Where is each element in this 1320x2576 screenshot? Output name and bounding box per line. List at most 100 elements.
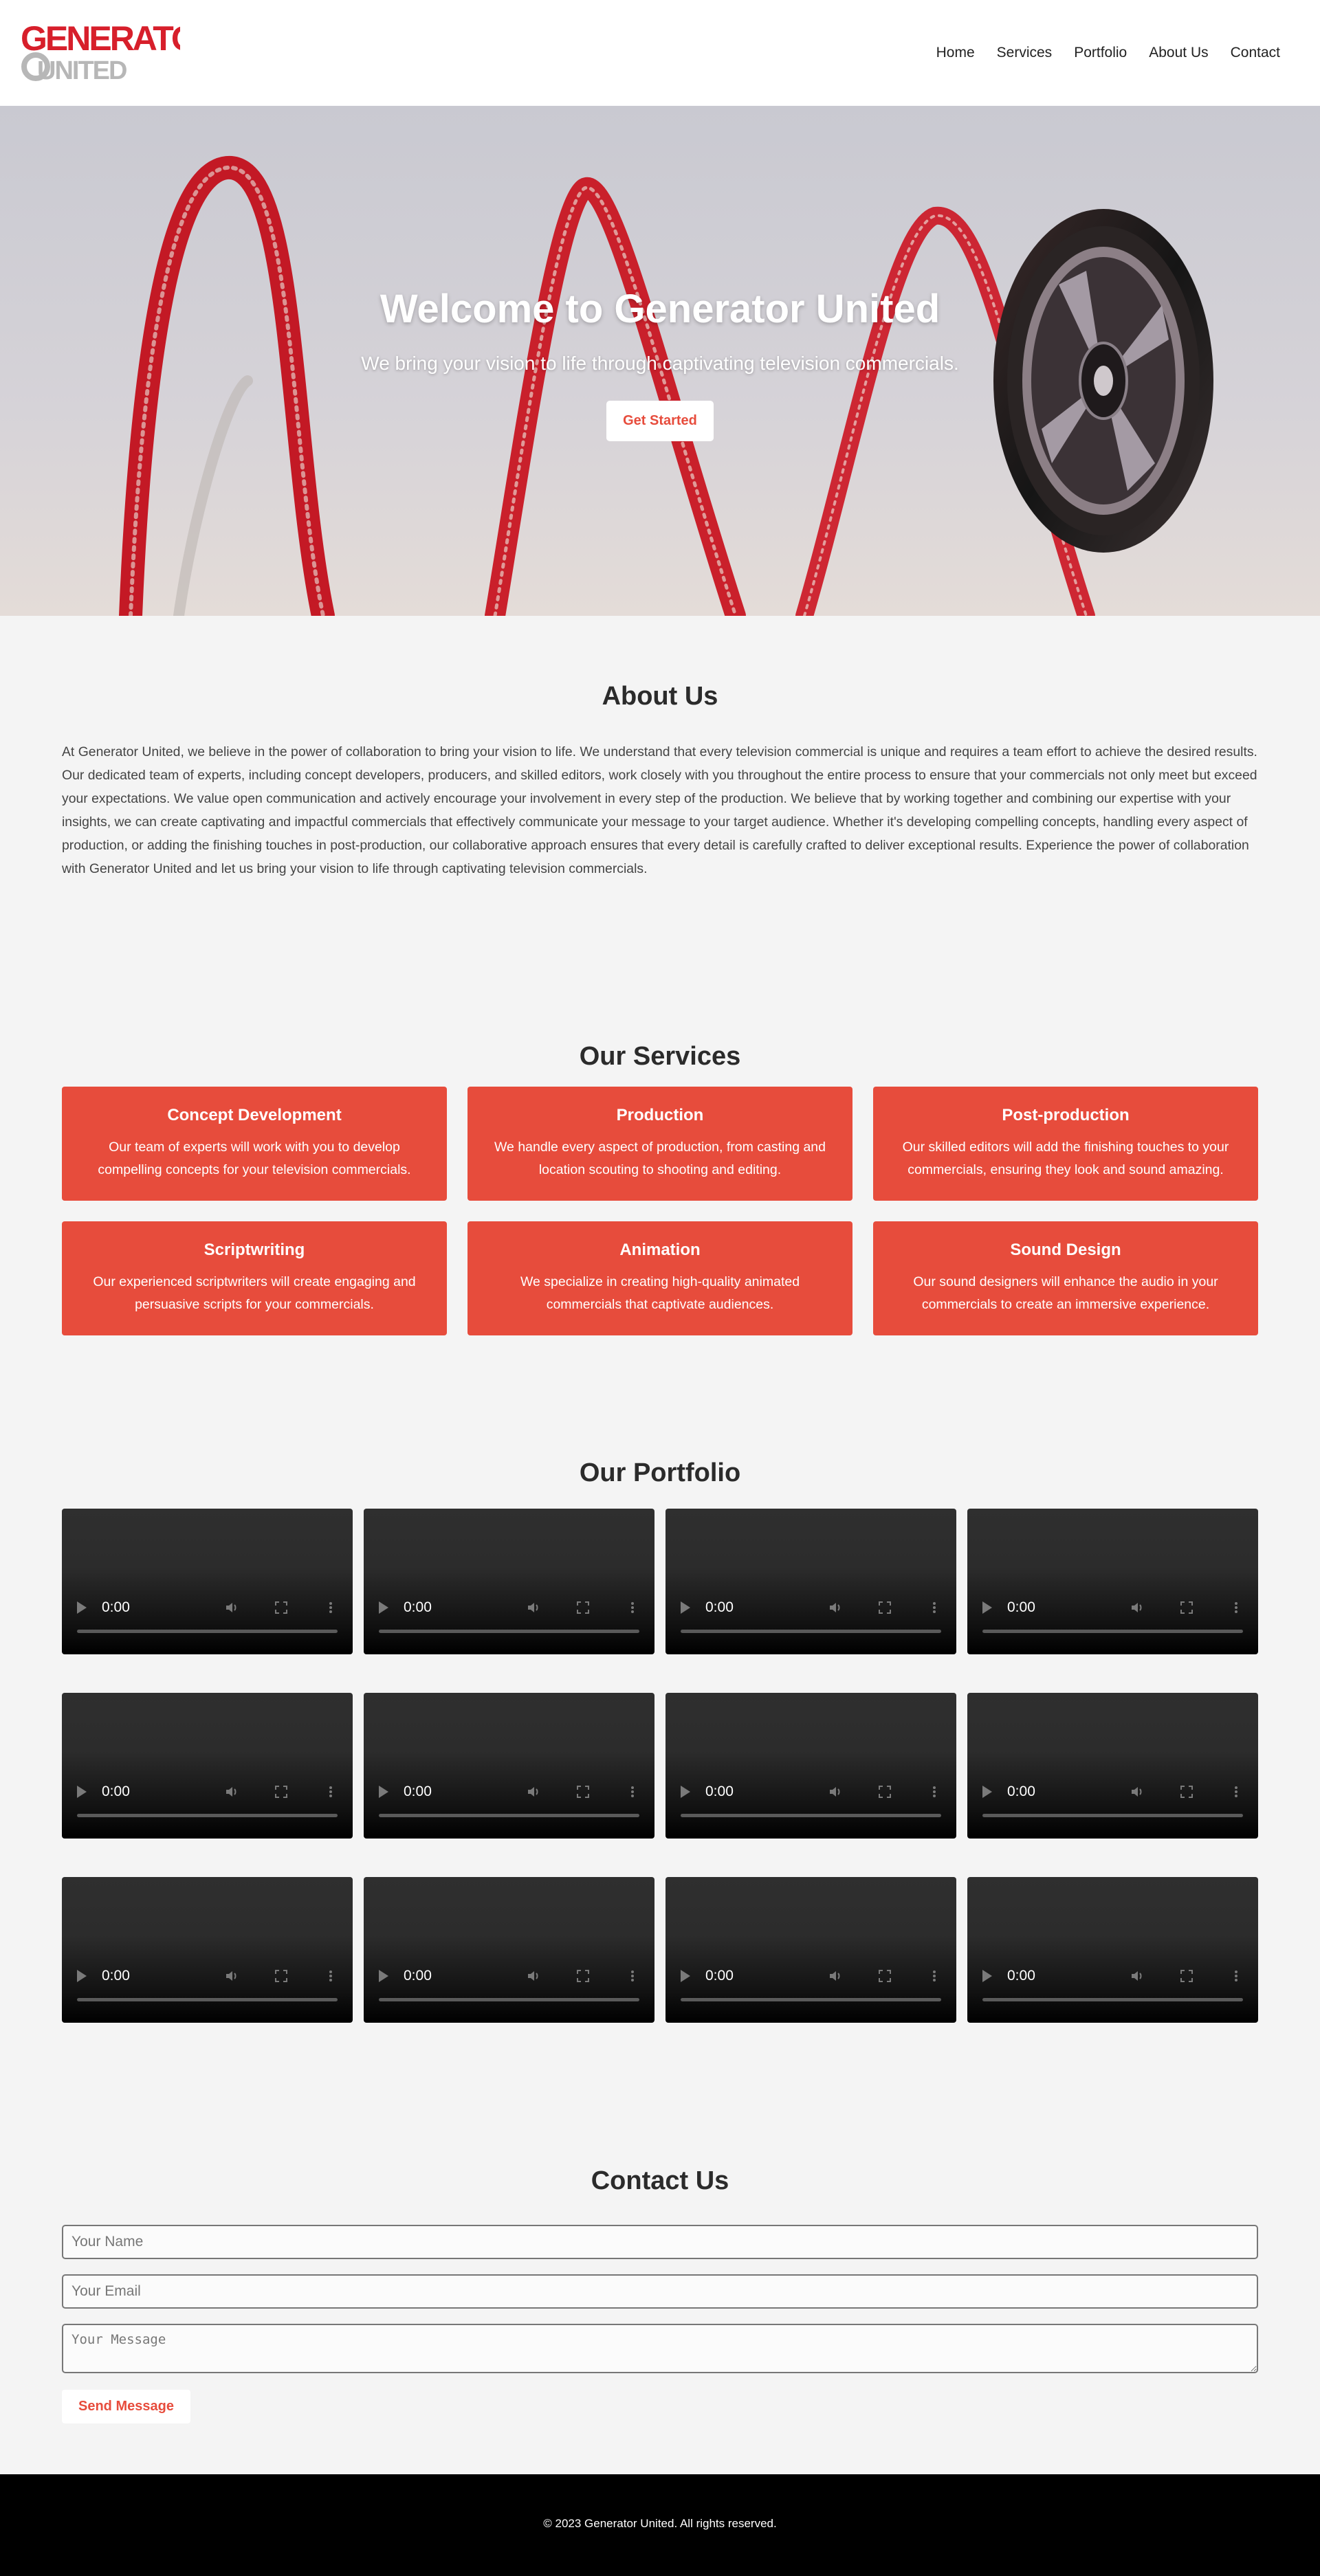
play-icon[interactable] [681, 1601, 690, 1614]
video-player[interactable]: 0:00 [62, 1693, 353, 1839]
more-options-icon[interactable] [927, 1601, 941, 1614]
video-controls: 0:00 [967, 1778, 1258, 1806]
play-icon[interactable] [77, 1786, 87, 1798]
video-player[interactable]: 0:00 [364, 1693, 654, 1839]
video-player[interactable]: 0:00 [666, 1509, 956, 1654]
video-player[interactable]: 0:00 [967, 1693, 1258, 1839]
more-options-icon[interactable] [626, 1785, 639, 1799]
play-icon[interactable] [982, 1786, 992, 1798]
service-text: Our sound designers will enhance the aud… [913, 1274, 1218, 1312]
service-card[interactable]: Post-production Our skilled editors will… [873, 1087, 1258, 1201]
video-progress-bar[interactable] [379, 1814, 639, 1817]
service-card[interactable]: Animation We specialize in creating high… [468, 1221, 852, 1335]
fullscreen-icon[interactable] [274, 1785, 288, 1799]
video-player[interactable]: 0:00 [364, 1877, 654, 2023]
fullscreen-icon[interactable] [576, 1601, 590, 1614]
play-icon[interactable] [681, 1970, 690, 1982]
play-icon[interactable] [982, 1970, 992, 1982]
video-progress-bar[interactable] [77, 1630, 338, 1633]
volume-icon[interactable] [1130, 1601, 1144, 1614]
play-icon[interactable] [77, 1970, 87, 1982]
send-message-button[interactable]: Send Message [62, 2390, 190, 2423]
more-options-icon[interactable] [324, 1785, 338, 1799]
contact-section: Contact Us Send Message [0, 2133, 1320, 2423]
video-progress-bar[interactable] [77, 1814, 338, 1817]
video-progress-bar[interactable] [681, 1998, 941, 2001]
play-icon[interactable] [982, 1601, 992, 1614]
more-options-icon[interactable] [1229, 1601, 1243, 1614]
volume-icon[interactable] [527, 1601, 540, 1614]
contact-form: Send Message [62, 2225, 1258, 2423]
name-input[interactable] [62, 2225, 1258, 2259]
video-time: 0:00 [1007, 1784, 1035, 1799]
fullscreen-icon[interactable] [576, 1785, 590, 1799]
video-progress-bar[interactable] [681, 1814, 941, 1817]
video-player[interactable]: 0:00 [967, 1509, 1258, 1654]
get-started-button[interactable]: Get Started [606, 401, 714, 441]
nav-contact[interactable]: Contact [1231, 45, 1280, 61]
play-icon[interactable] [379, 1786, 388, 1798]
nav-about[interactable]: About Us [1149, 45, 1208, 61]
more-options-icon[interactable] [324, 1969, 338, 1983]
video-player[interactable]: 0:00 [666, 1693, 956, 1839]
video-player[interactable]: 0:00 [62, 1509, 353, 1654]
video-progress-bar[interactable] [982, 1630, 1243, 1633]
fullscreen-icon[interactable] [878, 1601, 892, 1614]
play-icon[interactable] [379, 1970, 388, 1982]
volume-icon[interactable] [527, 1785, 540, 1799]
more-options-icon[interactable] [626, 1601, 639, 1614]
message-textarea[interactable] [62, 2324, 1258, 2373]
video-progress-bar[interactable] [379, 1630, 639, 1633]
video-progress-bar[interactable] [982, 1814, 1243, 1817]
more-options-icon[interactable] [1229, 1969, 1243, 1983]
nav-portfolio[interactable]: Portfolio [1074, 45, 1127, 61]
fullscreen-icon[interactable] [1180, 1969, 1194, 1983]
volume-icon[interactable] [225, 1785, 239, 1799]
fullscreen-icon[interactable] [1180, 1785, 1194, 1799]
video-controls: 0:00 [967, 1594, 1258, 1621]
video-controls: 0:00 [666, 1778, 956, 1806]
nav-home[interactable]: Home [936, 45, 975, 61]
play-icon[interactable] [681, 1786, 690, 1798]
service-card[interactable]: Production We handle every aspect of pro… [468, 1087, 852, 1201]
volume-icon[interactable] [527, 1969, 540, 1983]
volume-icon[interactable] [1130, 1785, 1144, 1799]
volume-icon[interactable] [828, 1601, 842, 1614]
fullscreen-icon[interactable] [1180, 1601, 1194, 1614]
video-progress-bar[interactable] [982, 1998, 1243, 2001]
video-progress-bar[interactable] [77, 1998, 338, 2001]
volume-icon[interactable] [1130, 1969, 1144, 1983]
service-text: Our team of experts will work with you t… [98, 1140, 411, 1177]
service-card[interactable]: Concept Development Our team of experts … [62, 1087, 447, 1201]
more-options-icon[interactable] [927, 1785, 941, 1799]
video-player[interactable]: 0:00 [967, 1877, 1258, 2023]
video-player[interactable]: 0:00 [62, 1877, 353, 2023]
more-options-icon[interactable] [324, 1601, 338, 1614]
volume-icon[interactable] [828, 1969, 842, 1983]
contact-title: Contact Us [591, 2166, 729, 2195]
fullscreen-icon[interactable] [878, 1785, 892, 1799]
volume-icon[interactable] [828, 1785, 842, 1799]
volume-icon[interactable] [225, 1601, 239, 1614]
video-player[interactable]: 0:00 [666, 1877, 956, 2023]
video-progress-bar[interactable] [681, 1630, 941, 1633]
more-options-icon[interactable] [626, 1969, 639, 1983]
nav-services[interactable]: Services [997, 45, 1053, 61]
more-options-icon[interactable] [1229, 1785, 1243, 1799]
fullscreen-icon[interactable] [274, 1969, 288, 1983]
volume-icon[interactable] [225, 1969, 239, 1983]
fullscreen-icon[interactable] [576, 1969, 590, 1983]
services-grid: Concept Development Our team of experts … [62, 1087, 1258, 1335]
email-input[interactable] [62, 2274, 1258, 2309]
video-player[interactable]: 0:00 [364, 1509, 654, 1654]
service-card[interactable]: Sound Design Our sound designers will en… [873, 1221, 1258, 1335]
service-title: Post-production [1002, 1106, 1130, 1124]
more-options-icon[interactable] [927, 1969, 941, 1983]
logo[interactable]: GENERATOR UNITED [21, 0, 180, 106]
play-icon[interactable] [379, 1601, 388, 1614]
video-progress-bar[interactable] [379, 1998, 639, 2001]
service-card[interactable]: Scriptwriting Our experienced scriptwrit… [62, 1221, 447, 1335]
fullscreen-icon[interactable] [878, 1969, 892, 1983]
fullscreen-icon[interactable] [274, 1601, 288, 1614]
play-icon[interactable] [77, 1601, 87, 1614]
